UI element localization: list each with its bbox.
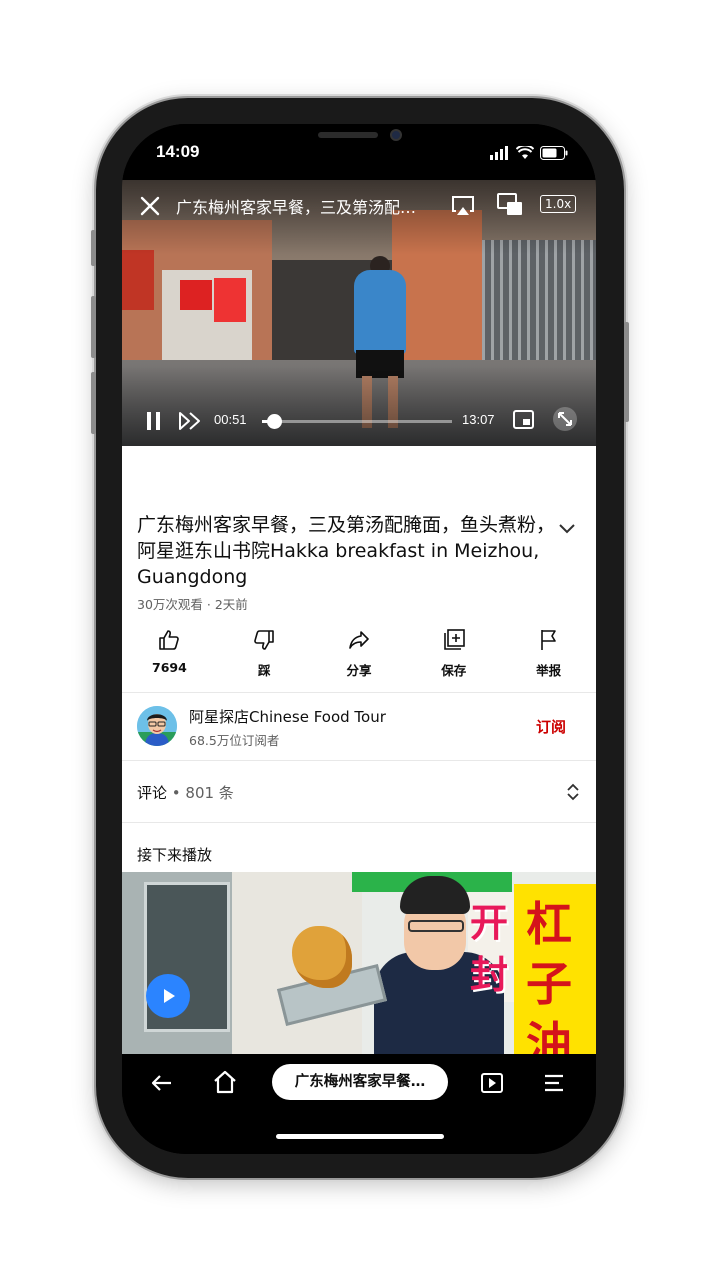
playback-speed-button[interactable]: 1.0x — [540, 195, 577, 213]
seek-bar[interactable] — [262, 414, 452, 429]
comments-title: 评论 — [137, 784, 168, 802]
share-button[interactable]: 分享 — [312, 624, 407, 690]
thumb-text-char: 子 — [526, 957, 572, 1011]
thumb-scene-glasses — [408, 920, 464, 932]
earpiece — [318, 132, 378, 138]
action-bar: 7694 踩 分享 保存 举报 — [122, 624, 596, 690]
chevron-down-icon[interactable] — [558, 522, 576, 534]
thumb-text-char: 封 — [470, 953, 509, 997]
phone-volume-up — [91, 296, 96, 358]
report-label: 举报 — [536, 663, 562, 678]
dislike-button[interactable]: 踩 — [217, 624, 312, 690]
duration: 13:07 — [462, 412, 495, 427]
phone-power-button — [624, 322, 629, 422]
up-next-thumbnail[interactable]: 开 封 杠 子 油 — [122, 872, 596, 1054]
current-tab-pill[interactable]: 广东梅州客家早餐… — [272, 1064, 448, 1100]
channel-subscribers: 68.5万位订阅者 — [189, 733, 280, 748]
video-meta: 30万次观看 · 2天前 — [137, 597, 248, 612]
channel-name[interactable]: 阿星探店Chinese Food Tour — [189, 706, 386, 727]
miniplayer-icon[interactable] — [512, 408, 536, 432]
menu-icon[interactable] — [542, 1072, 566, 1094]
close-icon[interactable] — [138, 194, 162, 218]
phone-volume-down — [91, 372, 96, 434]
battery-icon — [540, 146, 568, 160]
watch-page-content: 广东梅州客家早餐，三及第汤配腌面，鱼头煮粉，阿星逛东山书院Hakka break… — [122, 446, 596, 1054]
airplay-icon[interactable] — [450, 194, 476, 218]
report-button[interactable]: 举报 — [501, 624, 596, 690]
phone-side-button — [91, 230, 96, 266]
video-player[interactable]: 广东梅州客家早餐，三及第汤配腌面，鱼头煮粉，阿星逛东山书院Hakka break… — [122, 180, 596, 446]
comments-count: • 801 条 — [167, 784, 234, 802]
thumb-text-char: 开 — [470, 901, 509, 945]
divider — [122, 822, 596, 823]
thumb-text-char: 油 — [526, 1017, 572, 1054]
status-icons — [490, 146, 568, 160]
thumb-text-char: 杠 — [526, 897, 572, 951]
comments-label: 评论 • 801 条 — [137, 782, 234, 803]
divider — [122, 760, 596, 761]
cellular-signal-icon — [490, 146, 508, 160]
skip-next-icon[interactable] — [178, 410, 204, 432]
home-indicator[interactable] — [276, 1134, 444, 1139]
save-label: 保存 — [441, 663, 467, 678]
channel-avatar[interactable] — [137, 706, 177, 746]
save-button[interactable]: 保存 — [406, 624, 501, 690]
dislike-label: 踩 — [257, 663, 271, 678]
play-icon — [164, 989, 175, 1003]
save-playlist-icon — [443, 629, 465, 650]
notch — [240, 124, 480, 158]
thumbs-up-icon — [159, 630, 180, 650]
avatar-portrait — [137, 706, 177, 746]
back-arrow-icon[interactable] — [150, 1072, 174, 1094]
fullscreen-icon[interactable] — [552, 406, 578, 432]
browser-bottom-bar: 广东梅州客家早餐… — [122, 1054, 596, 1154]
pause-icon[interactable] — [144, 410, 164, 432]
video-title: 广东梅州客家早餐，三及第汤配腌面，鱼头煮粉，阿星逛东山书院Hakka break… — [137, 514, 556, 588]
expand-collapse-icon[interactable] — [566, 782, 580, 802]
video-title-container[interactable]: 广东梅州客家早餐，三及第汤配腌面，鱼头煮粉，阿星逛东山书院Hakka break… — [137, 512, 557, 590]
comments-section[interactable]: 评论 • 801 条 — [122, 762, 596, 822]
video-mode-icon[interactable] — [480, 1072, 504, 1094]
phone-screen: 14:09 广东梅州客家早餐，三及第汤配腌面， 1.0x 00:51 13:07… — [122, 124, 596, 1154]
share-icon — [349, 631, 369, 649]
video-overlay-gradient — [122, 180, 596, 446]
subscribe-button[interactable]: 订阅 — [536, 716, 566, 737]
status-time: 14:09 — [156, 142, 200, 161]
wifi-icon — [516, 146, 534, 159]
flag-icon — [540, 630, 556, 650]
play-button[interactable] — [146, 974, 190, 1018]
like-count: 7694 — [152, 660, 187, 675]
player-title: 广东梅州客家早餐，三及第汤配腌面，鱼头煮粉，阿星逛东山书院Hakka break… — [176, 198, 426, 217]
like-button[interactable]: 7694 — [122, 624, 217, 690]
channel-row[interactable]: 阿星探店Chinese Food Tour 68.5万位订阅者 订阅 — [122, 692, 596, 760]
front-camera — [390, 129, 402, 141]
current-time: 00:51 — [214, 412, 247, 427]
home-icon[interactable] — [212, 1070, 238, 1094]
thumbs-down-icon — [254, 630, 274, 650]
share-label: 分享 — [346, 663, 372, 678]
up-next-label: 接下来播放 — [137, 846, 213, 864]
picture-in-picture-icon[interactable] — [496, 192, 524, 218]
